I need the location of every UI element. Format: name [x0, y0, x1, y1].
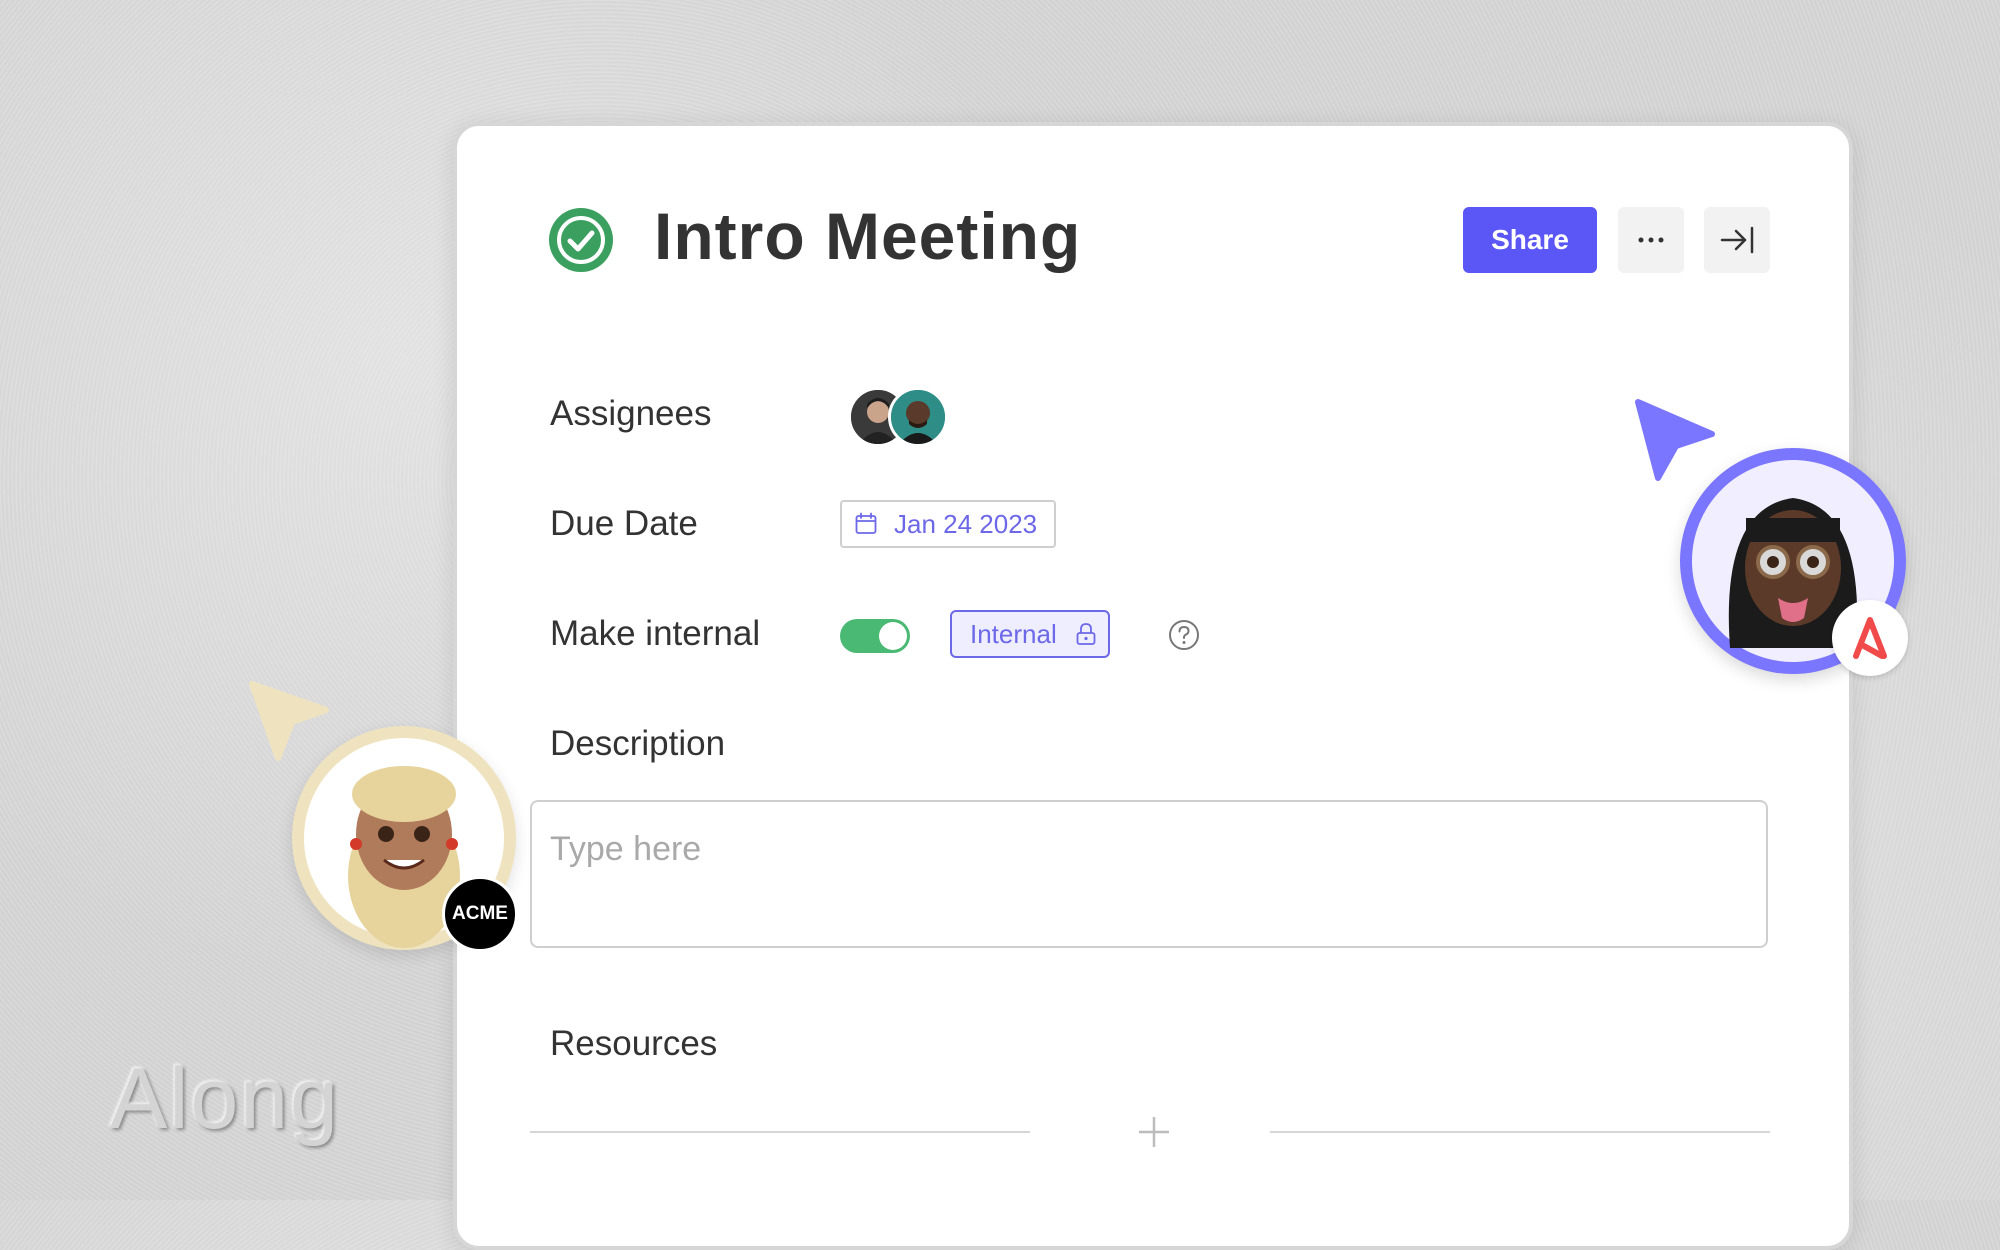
- due-date-value: Jan 24 2023: [894, 508, 1038, 539]
- assignee-avatar[interactable]: [888, 387, 948, 447]
- collaborator-cursor-icon: [249, 681, 329, 761]
- brand-logo: Along: [110, 1051, 340, 1147]
- company-badge: ACME: [442, 876, 518, 952]
- due-date-label: Due Date: [550, 504, 698, 543]
- make-internal-toggle[interactable]: [840, 619, 910, 653]
- collapse-right-icon: [1720, 226, 1754, 254]
- plus-icon: [1139, 1117, 1169, 1147]
- app-logo-badge: [1832, 600, 1908, 676]
- resources-label: Resources: [550, 1024, 718, 1063]
- add-resource-button[interactable]: [1135, 1113, 1173, 1151]
- help-icon[interactable]: [1168, 619, 1200, 651]
- description-input[interactable]: [530, 800, 1768, 948]
- more-horizontal-icon: [1638, 237, 1664, 243]
- internal-badge[interactable]: Internal: [950, 610, 1110, 658]
- assignees-label: Assignees: [550, 394, 712, 433]
- make-internal-label: Make internal: [550, 614, 761, 653]
- app-logo-icon: [1853, 617, 1887, 659]
- description-label: Description: [550, 724, 726, 763]
- share-button[interactable]: Share: [1463, 207, 1597, 273]
- toggle-knob: [879, 622, 907, 650]
- task-detail-card: [453, 122, 1853, 1250]
- collapse-panel-button[interactable]: [1704, 207, 1770, 273]
- divider: [530, 1131, 1030, 1133]
- calendar-icon: [855, 512, 877, 534]
- internal-badge-label: Internal: [970, 618, 1057, 649]
- lock-icon: [1076, 623, 1096, 645]
- more-options-button[interactable]: [1618, 207, 1684, 273]
- page-title[interactable]: Intro Meeting: [654, 198, 1081, 274]
- collaborator-cursor-icon: [1635, 399, 1715, 481]
- divider: [1270, 1131, 1770, 1133]
- check-circle-icon[interactable]: [549, 208, 613, 272]
- due-date-picker[interactable]: Jan 24 2023: [840, 500, 1056, 548]
